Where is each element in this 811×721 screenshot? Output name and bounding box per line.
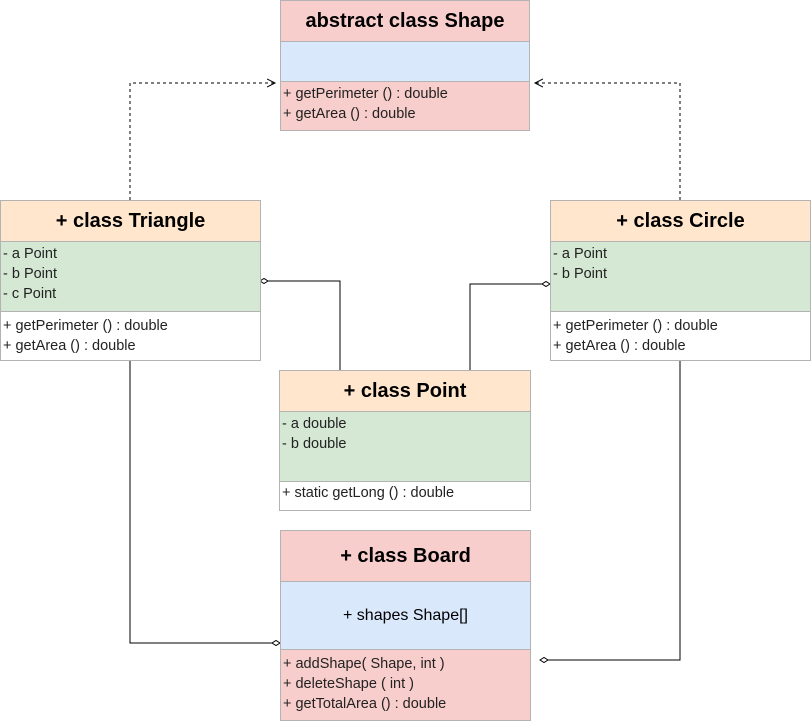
board-aggregation-diamond-left [271, 639, 281, 647]
class-circle-title: + class Circle [551, 201, 810, 241]
class-circle-methods: + getPerimeter () : double + getArea () … [551, 311, 810, 360]
class-shape-title: abstract class Shape [281, 1, 529, 41]
class-shape[interactable]: abstract class Shape + getPerimeter () :… [280, 0, 530, 131]
class-point-fields: - a double - b double [280, 411, 530, 481]
circle-board-aggregation [548, 360, 681, 661]
method: + getPerimeter () : double [3, 318, 168, 334]
field: - b double [282, 436, 347, 452]
method: + static getLong () : double [282, 485, 455, 501]
field: - a Point [3, 246, 57, 262]
class-shape-methods: + getPerimeter () : double + getArea () … [281, 81, 529, 130]
class-point-title: + class Point [280, 371, 530, 411]
class-board-fields: + shapes Shape[] [281, 581, 530, 649]
field: - b Point [553, 266, 607, 282]
point-circle-aggregation [469, 283, 542, 370]
class-point-methods: + static getLong () : double [280, 481, 530, 510]
class-point[interactable]: + class Point - a double - b double + st… [279, 370, 531, 511]
triangle-board-aggregation [129, 360, 272, 644]
method: + addShape( Shape, int ) [283, 656, 445, 672]
field: - a double [282, 416, 347, 432]
method: + getArea () : double [283, 106, 416, 122]
class-circle-fields: - a Point - b Point [551, 241, 810, 311]
class-triangle[interactable]: + class Triangle - a Point - b Point - c… [0, 200, 261, 361]
point-triangle-aggregation [268, 280, 341, 370]
field: + shapes Shape[] [343, 606, 468, 624]
class-triangle-title: + class Triangle [1, 201, 260, 241]
board-aggregation-diamond-right [539, 656, 549, 664]
class-circle[interactable]: + class Circle - a Point - b Point + get… [550, 200, 811, 361]
circle-aggregation-diamond [541, 280, 551, 288]
class-shape-fields [281, 41, 529, 81]
method: + getArea () : double [3, 338, 136, 354]
method: + getTotalArea () : double [283, 696, 447, 712]
triangle-shape-realization [129, 83, 275, 200]
circle-shape-realization [535, 83, 681, 200]
method: + getArea () : double [553, 338, 686, 354]
method: + getPerimeter () : double [283, 86, 448, 102]
field: - b Point [3, 266, 57, 282]
method: + deleteShape ( int ) [283, 676, 414, 692]
triangle-aggregation-diamond [259, 277, 269, 285]
class-board-title: + class Board [281, 531, 530, 581]
field: - a Point [553, 246, 607, 262]
class-board[interactable]: + class Board + shapes Shape[] + addShap… [280, 530, 531, 721]
method: + getPerimeter () : double [553, 318, 718, 334]
class-triangle-fields: - a Point - b Point - c Point [1, 241, 260, 311]
class-triangle-methods: + getPerimeter () : double + getArea () … [1, 311, 260, 360]
field: - c Point [3, 286, 57, 302]
class-board-methods: + addShape( Shape, int ) + deleteShape (… [281, 649, 530, 720]
